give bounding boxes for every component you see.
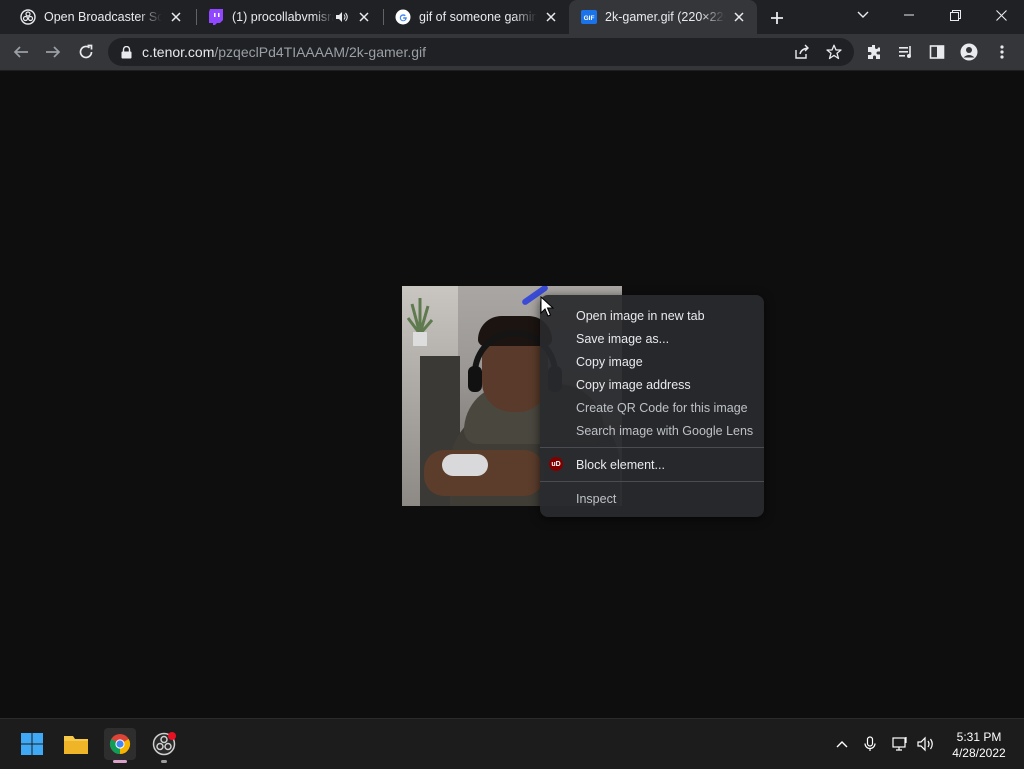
tab-title: Open Broadcaster Software | OBS [44, 10, 162, 24]
menu-save-image-as[interactable]: Save image as... [540, 327, 764, 350]
bookmark-star-icon[interactable] [826, 44, 842, 65]
close-tab-icon[interactable] [168, 9, 184, 25]
tab-title: gif of someone gaming - Google Search [419, 10, 537, 24]
menu-open-image-new-tab[interactable]: Open image in new tab [540, 304, 764, 327]
minimize-button[interactable] [886, 0, 932, 30]
system-clock[interactable]: 5:31 PM 4/28/2022 [944, 729, 1014, 761]
menu-copy-image[interactable]: Copy image [540, 350, 764, 373]
tab-2k-gamer-gif[interactable]: GIF 2k-gamer.gif (220×220) [569, 0, 757, 34]
windows-start-icon[interactable] [16, 728, 48, 760]
url-path: /pzqeclPd4TIAAAAM/2k-gamer.gif [214, 44, 427, 60]
forward-button[interactable] [40, 39, 66, 65]
twitch-icon [208, 9, 224, 25]
tab-title: 2k-gamer.gif (220×220) [605, 10, 725, 24]
menu-block-element[interactable]: Block element... [540, 453, 764, 476]
menu-inspect[interactable]: Inspect [540, 487, 764, 510]
lock-icon[interactable] [118, 44, 134, 60]
obs-icon [20, 9, 36, 25]
chrome-menu-icon[interactable] [989, 39, 1015, 65]
obs-icon[interactable] [148, 728, 180, 763]
new-tab-button[interactable] [766, 7, 788, 29]
menu-separator [540, 481, 764, 482]
address-bar[interactable]: c.tenor.com/pzqeclPd4TIAAAAM/2k-gamer.gi… [108, 38, 854, 66]
close-tab-icon[interactable] [543, 9, 559, 25]
headset-earcup [468, 366, 482, 392]
menu-search-google-lens[interactable]: Search image with Google Lens [540, 419, 764, 442]
restore-button[interactable] [932, 0, 978, 30]
tab-twitch[interactable]: (1) procollabvmisranked - Twitch [196, 0, 382, 34]
gif-icon: GIF [581, 9, 597, 25]
running-indicator [113, 760, 127, 763]
extensions-icon[interactable] [861, 39, 887, 65]
tab-strip: Open Broadcaster Software | OBS (1) proc… [0, 0, 1024, 34]
profile-avatar-icon[interactable] [956, 39, 982, 65]
clock-date: 4/28/2022 [952, 746, 1006, 760]
clock-time: 5:31 PM [956, 730, 1002, 744]
chrome-icon[interactable] [104, 728, 136, 763]
context-menu: Open image in new tab Save image as... C… [540, 295, 764, 517]
share-icon[interactable] [794, 44, 810, 65]
side-panel-icon[interactable] [924, 39, 950, 65]
file-explorer-icon[interactable] [60, 728, 92, 760]
close-tab-icon[interactable] [356, 9, 372, 25]
browser-toolbar: c.tenor.com/pzqeclPd4TIAAAAM/2k-gamer.gi… [0, 34, 1024, 71]
tab-search-button[interactable] [840, 0, 886, 30]
microphone-icon[interactable] [860, 734, 880, 754]
close-tab-icon[interactable] [731, 9, 747, 25]
menu-separator [540, 447, 764, 448]
network-icon[interactable] [891, 734, 911, 754]
speaker-icon[interactable] [334, 9, 350, 25]
game-controller-figure [442, 454, 488, 476]
reload-button[interactable] [73, 39, 99, 65]
url-text: c.tenor.com/pzqeclPd4TIAAAAM/2k-gamer.gi… [142, 44, 426, 60]
menu-copy-image-address[interactable]: Copy image address [540, 373, 764, 396]
media-control-icon[interactable] [893, 39, 919, 65]
tab-google-search[interactable]: gif of someone gaming - Google Search [383, 0, 569, 34]
url-host: c.tenor.com [142, 44, 215, 60]
menu-create-qr-code[interactable]: Create QR Code for this image [540, 396, 764, 419]
running-indicator [161, 760, 167, 763]
close-window-button[interactable] [978, 0, 1024, 30]
svg-text:GIF: GIF [584, 15, 595, 22]
plant-figure [406, 298, 434, 346]
mouse-cursor-icon [540, 296, 554, 317]
back-button[interactable] [8, 39, 34, 65]
windows-taskbar: 5:31 PM 4/28/2022 [0, 718, 1024, 769]
google-icon [395, 9, 411, 25]
tab-title: (1) procollabvmisranked - Twitch [232, 10, 334, 24]
show-hidden-icons-chevron-icon[interactable] [832, 734, 852, 754]
tab-obs[interactable]: Open Broadcaster Software | OBS [8, 0, 194, 34]
volume-icon[interactable] [916, 734, 936, 754]
